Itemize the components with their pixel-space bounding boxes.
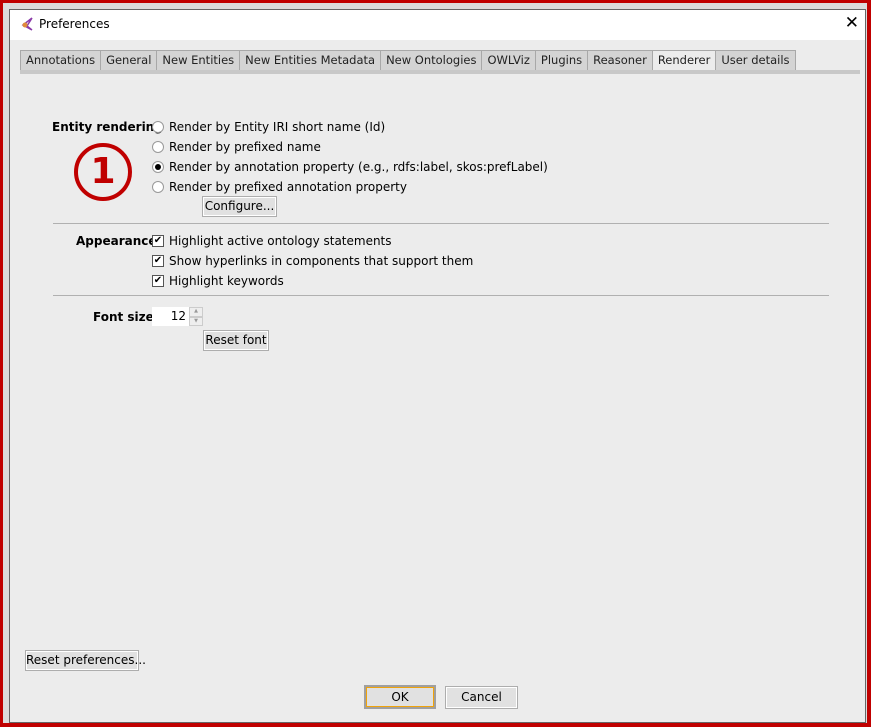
font-size-input[interactable]: 12 [152, 307, 189, 326]
appearance-label: Appearance [76, 234, 157, 248]
spinner-up-icon[interactable]: ▲ [189, 307, 203, 317]
reset-preferences-button[interactable]: Reset preferences... [25, 650, 146, 671]
tab-renderer[interactable]: Renderer [652, 50, 717, 71]
tab-annotations[interactable]: Annotations [20, 50, 102, 71]
annotation-marker-circle: 1 [74, 143, 132, 201]
appearance-option[interactable]: ✔ Highlight active ontology statements [152, 234, 392, 248]
entity-rendering-option[interactable]: Render by Entity IRI short name (Id) [152, 120, 385, 134]
tab-owlviz[interactable]: OWLViz [482, 50, 536, 71]
option-label: Highlight keywords [169, 274, 284, 288]
divider [53, 295, 829, 296]
window-title: Preferences [39, 17, 110, 31]
divider [53, 223, 829, 224]
option-label: Highlight active ontology statements [169, 234, 392, 248]
appearance-option[interactable]: ✔ Show hyperlinks in components that supp… [152, 254, 473, 268]
reset-font-button[interactable]: Reset font [203, 330, 269, 351]
appearance-option[interactable]: ✔ Highlight keywords [152, 274, 284, 288]
option-label: Render by annotation property (e.g., rdf… [169, 160, 548, 174]
configure-button[interactable]: Configure... [202, 196, 277, 217]
tab-underline [20, 70, 860, 74]
ok-button[interactable]: OK [364, 685, 436, 709]
checkbox[interactable]: ✔ [152, 275, 164, 287]
checkbox[interactable]: ✔ [152, 235, 164, 247]
cancel-button[interactable]: Cancel [445, 686, 518, 709]
entity-rendering-option[interactable]: Render by annotation property (e.g., rdf… [152, 160, 548, 174]
tab-new-ontologies[interactable]: New Ontologies [381, 50, 483, 71]
tab-bar: Annotations General New Entities New Entiti… [20, 50, 796, 71]
protege-app-icon [21, 17, 33, 31]
option-label: Render by prefixed name [169, 140, 321, 154]
entity-rendering-option[interactable]: Render by prefixed annotation property [152, 180, 407, 194]
radio-button[interactable] [152, 121, 164, 133]
entity-rendering-label: Entity rendering [52, 120, 163, 134]
tab-new-entities-metadata[interactable]: New Entities Metadata [240, 50, 382, 71]
tab-plugins[interactable]: Plugins [535, 50, 589, 71]
close-icon[interactable]: ✕ [845, 13, 859, 33]
option-label: Render by Entity IRI short name (Id) [169, 120, 386, 134]
tab-reasoner[interactable]: Reasoner [588, 50, 653, 71]
font-size-spinner: 12 ▲ ▼ [152, 307, 204, 326]
option-label: Show hyperlinks in components that suppo… [169, 254, 474, 268]
option-label: Render by prefixed annotation property [169, 180, 407, 194]
spinner-down-icon[interactable]: ▼ [189, 316, 203, 326]
checkbox[interactable]: ✔ [152, 255, 164, 267]
tab-general[interactable]: General [101, 50, 158, 71]
preferences-dialog: Preferences ✕ Annotations General New Enti… [9, 9, 866, 723]
title-bar: Preferences ✕ [10, 10, 865, 40]
tab-new-entities[interactable]: New Entities [157, 50, 241, 71]
radio-button[interactable] [152, 161, 164, 173]
font-size-label: Font size [93, 310, 154, 324]
radio-button[interactable] [152, 141, 164, 153]
entity-rendering-option[interactable]: Render by prefixed name [152, 140, 321, 154]
radio-button[interactable] [152, 181, 164, 193]
tab-user-details[interactable]: User details [716, 50, 796, 71]
